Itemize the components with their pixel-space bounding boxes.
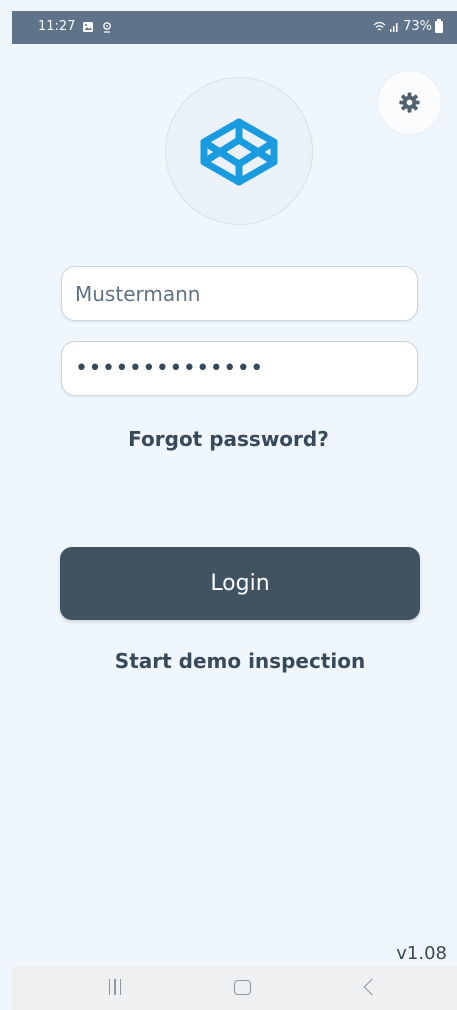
username-field[interactable]: Mustermann (61, 266, 418, 321)
battery-icon (435, 18, 443, 33)
password-masked-value: •••••••••••••• (75, 356, 264, 381)
start-demo-link[interactable]: Start demo inspection (0, 649, 457, 673)
status-bar: 11:27 73% (12, 11, 457, 44)
system-navigation-bar (12, 966, 457, 1010)
version-label: v1.08 (396, 943, 447, 964)
status-right: 73% (373, 18, 443, 34)
login-screen: 11:27 73% Mustermann •••••••••••••• Forg… (0, 0, 457, 1010)
login-button-label: Login (210, 571, 270, 596)
image-icon (82, 21, 94, 33)
status-left: 11:27 (38, 19, 113, 34)
back-button[interactable] (354, 977, 384, 997)
status-time: 11:27 (38, 19, 76, 34)
login-button[interactable]: Login (60, 547, 420, 620)
app-logo-circle (165, 77, 313, 225)
password-field[interactable]: •••••••••••••• (61, 341, 418, 396)
recent-apps-button[interactable] (100, 977, 130, 997)
location-icon (101, 21, 113, 33)
home-button[interactable] (227, 977, 257, 997)
recent-apps-icon (108, 979, 122, 995)
home-icon (233, 979, 251, 995)
gear-icon (399, 92, 420, 113)
username-value: Mustermann (75, 281, 201, 306)
wifi-icon (373, 21, 386, 33)
codepen-cube-logo-icon (200, 118, 278, 186)
signal-icon (388, 21, 400, 33)
forgot-password-link[interactable]: Forgot password? (0, 427, 457, 451)
back-icon (363, 978, 380, 996)
battery-percent: 73% (403, 19, 432, 34)
settings-button[interactable] (378, 71, 441, 134)
